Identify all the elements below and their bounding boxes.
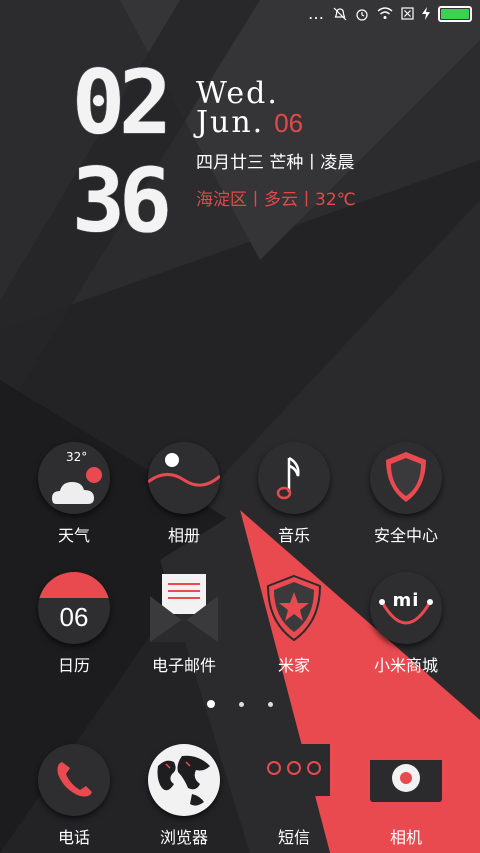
weather-summary-text: 海淀区丨多云丨32℃ bbox=[196, 190, 356, 210]
status-bar: … bbox=[0, 0, 480, 28]
message-bubble-icon bbox=[254, 744, 334, 816]
app-label: 日历 bbox=[57, 656, 90, 675]
more-notifications-icon: … bbox=[308, 4, 325, 23]
app-label: 米家 bbox=[277, 656, 310, 675]
app-label: 浏览器 bbox=[159, 828, 208, 847]
calendar-day: 06 bbox=[59, 602, 89, 632]
calendar-icon: 06 bbox=[38, 572, 110, 644]
app-label: 小米商城 bbox=[373, 656, 438, 675]
app-label: 相册 bbox=[167, 526, 200, 545]
app-mi-store[interactable]: mi 小米商城 bbox=[351, 572, 461, 676]
charging-icon bbox=[422, 7, 430, 20]
page-dot[interactable] bbox=[239, 701, 244, 707]
app-weather[interactable]: 32° 天气 bbox=[19, 442, 129, 546]
app-email[interactable]: 电子邮件 bbox=[129, 572, 239, 676]
mi-store-icon: mi bbox=[370, 572, 442, 644]
phone-icon bbox=[38, 744, 110, 816]
page-dot[interactable] bbox=[207, 700, 215, 708]
app-label: 电话 bbox=[57, 828, 90, 847]
clock-widget[interactable]: 02 36 bbox=[72, 54, 182, 250]
globe-icon bbox=[148, 744, 220, 816]
date-widget[interactable]: Wed. Jun. 06 四月廿三 芒种丨凌晨 海淀区丨多云丨32℃ bbox=[196, 78, 356, 211]
app-label: 安全中心 bbox=[373, 526, 438, 545]
alarm-icon bbox=[356, 8, 368, 21]
shield-icon bbox=[370, 442, 442, 514]
lunar-date-text: 四月廿三 芒种丨凌晨 bbox=[196, 153, 355, 173]
app-messages[interactable]: 短信 bbox=[239, 744, 349, 848]
page-dot[interactable] bbox=[268, 701, 273, 707]
month-text: Jun. bbox=[196, 105, 265, 140]
app-calendar[interactable]: 06 日历 bbox=[19, 572, 129, 676]
weather-icon: 32° bbox=[38, 442, 110, 514]
app-mijia[interactable]: 米家 bbox=[239, 572, 349, 676]
app-phone[interactable]: 电话 bbox=[19, 744, 129, 848]
envelope-icon bbox=[148, 572, 220, 644]
app-label: 短信 bbox=[277, 828, 310, 847]
clock-hours: 02 bbox=[72, 54, 182, 152]
app-gallery[interactable]: 相册 bbox=[129, 442, 239, 546]
gallery-icon bbox=[148, 442, 220, 514]
app-label: 音乐 bbox=[277, 526, 310, 545]
battery-icon bbox=[438, 5, 472, 22]
app-label: 电子邮件 bbox=[151, 656, 216, 675]
clock-minutes: 36 bbox=[72, 152, 182, 250]
app-security-center[interactable]: 安全中心 bbox=[351, 442, 461, 546]
app-label: 相机 bbox=[389, 828, 422, 847]
app-browser[interactable]: 浏览器 bbox=[129, 744, 239, 848]
app-label: 天气 bbox=[57, 526, 90, 545]
app-music[interactable]: 音乐 bbox=[239, 442, 349, 546]
day-text: 06 bbox=[274, 108, 304, 138]
app-camera[interactable]: 相机 bbox=[351, 744, 461, 848]
wifi-icon bbox=[377, 7, 393, 19]
badge-star-icon bbox=[258, 572, 330, 644]
page-indicator[interactable] bbox=[0, 700, 480, 708]
mute-bell-icon bbox=[333, 7, 347, 20]
home-screen: { "status_bar": { "more_icon": "…", "bat… bbox=[0, 0, 480, 853]
music-note-icon bbox=[258, 442, 330, 514]
camera-icon bbox=[366, 744, 446, 816]
no-sim-icon bbox=[401, 7, 414, 20]
